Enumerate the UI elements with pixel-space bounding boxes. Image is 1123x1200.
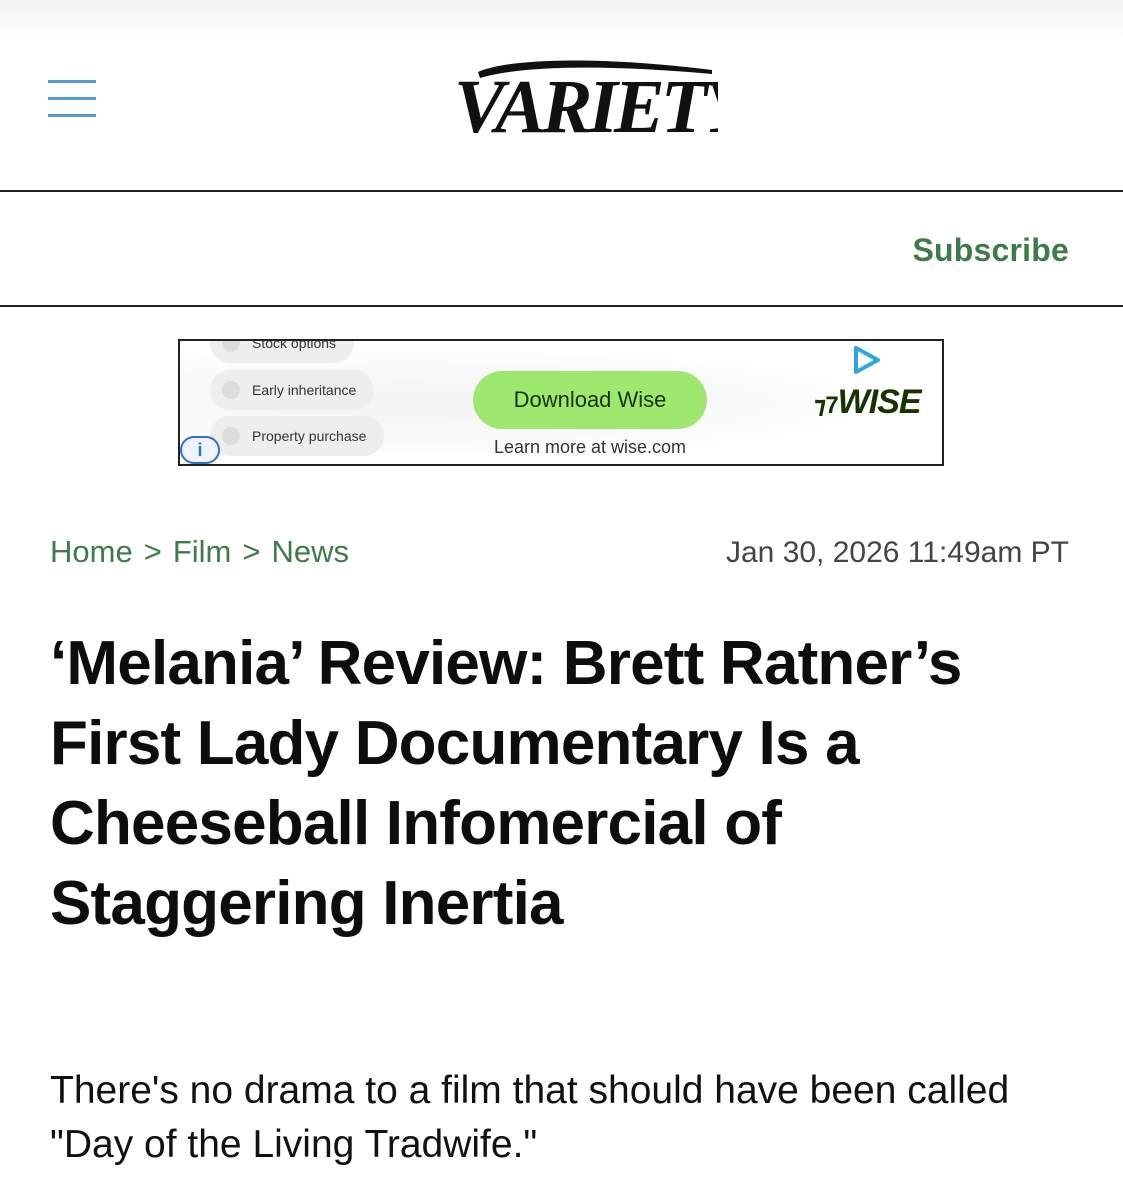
ad-pill-label: Early inheritance xyxy=(252,382,357,398)
breadcrumb-separator: > xyxy=(143,534,162,569)
breadcrumb: Home > Film > News xyxy=(50,534,349,570)
publish-date: Jan 30, 2026 11:49am PT xyxy=(725,536,1069,569)
subscribe-link[interactable]: Subscribe xyxy=(912,232,1069,269)
breadcrumb-home[interactable]: Home xyxy=(50,534,133,570)
article-headline: ‘Melania’ Review: Brett Ratner’s First L… xyxy=(50,629,962,938)
property-icon xyxy=(222,427,240,445)
ad-pill-property-purchase: Property purchase xyxy=(210,416,385,456)
wise-brand-text: WISE xyxy=(837,383,922,421)
breadcrumb-news[interactable]: News xyxy=(271,534,349,570)
ad-pill-early-inheritance: Early inheritance xyxy=(210,370,375,410)
ad-info-icon[interactable]: i xyxy=(180,436,220,464)
subscribe-divider xyxy=(0,305,1123,307)
ad-pill-stock-options: Stock options xyxy=(210,339,355,363)
ad-pill-label: Stock options xyxy=(252,339,337,351)
ad-pill-label: Property purchase xyxy=(252,428,367,444)
breadcrumb-film[interactable]: Film xyxy=(173,534,232,570)
download-wise-button[interactable]: Download Wise xyxy=(473,371,707,429)
wise-logo[interactable]: ⁊7WISE xyxy=(814,383,922,422)
breadcrumb-separator: > xyxy=(242,534,261,569)
header-divider xyxy=(0,190,1123,192)
ad-learn-more-text[interactable]: Learn more at wise.com xyxy=(473,437,707,458)
logo-text: VARIETY xyxy=(454,65,718,144)
hamburger-menu-icon[interactable] xyxy=(48,80,96,118)
variety-logo[interactable]: VARIETY xyxy=(450,52,718,144)
inheritance-icon xyxy=(222,381,240,399)
page: VARIETY Subscribe Stock options Early in… xyxy=(0,0,1123,1200)
stock-options-icon xyxy=(222,341,240,352)
article-dek: There's no drama to a film that should h… xyxy=(50,1069,1010,1166)
wise-flag-icon: ⁊7 xyxy=(814,392,839,419)
ad-choices-icon[interactable] xyxy=(850,345,886,375)
site-header: VARIETY xyxy=(0,0,1123,192)
advertisement-banner[interactable]: Stock options Early inheritance Property… xyxy=(178,339,944,466)
